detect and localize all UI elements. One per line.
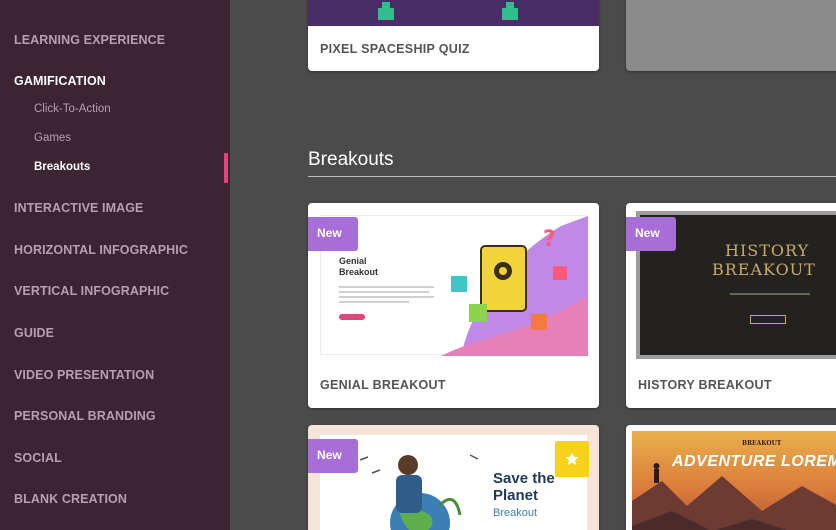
card-thumbnail: ? Genial Breakout [320,215,588,356]
mountains-illustration-icon [632,463,836,530]
template-card-pixel-spaceship-quiz[interactable]: PIXEL SPACESHIP QUIZ [308,0,599,71]
thumbnail-text-line [339,296,434,298]
template-card-adventure-breakout[interactable]: BREAKOUT ADVENTURE LOREM IP [626,425,836,530]
card-thumbnail [308,0,599,26]
thumbnail-text-line [339,301,409,303]
template-gallery: PIXEL SPACESHIP QUIZ Breakouts ? Genial … [230,0,836,530]
card-thumbnail: Save the Planet Breakout [320,435,587,530]
section-title: Breakouts [308,149,394,170]
thumbnail-subheading: Breakout [493,507,538,519]
card-thumbnail: BREAKOUT ADVENTURE LOREM IP [632,431,836,530]
sidebar-item-personal-branding[interactable]: PERSONAL BRANDING [14,409,156,423]
sidebar: LEARNING EXPERIENCE GAMIFICATION Click-T… [0,0,230,530]
thumbnail-heading: Genial Breakout [339,256,379,277]
pixel-characters-icon [378,2,518,20]
sidebar-item-horizontal-infographic[interactable]: HORIZONTAL INFOGRAPHIC [14,243,188,257]
template-card-genial-breakout[interactable]: ? Genial Breakout New GENIAL BREAKOUT [308,203,599,408]
thumbnail-button [339,314,365,320]
sidebar-item-blank-creation[interactable]: BLANK CREATION [14,492,127,506]
template-card-history-breakout[interactable]: HISTORY BREAKOUT New HISTORY BREAKOUT [626,203,836,408]
star-icon [565,452,579,465]
thumbnail-button [750,315,786,324]
thumbnail-heading-line1: Save the [493,470,555,487]
sidebar-item-guide[interactable]: GUIDE [14,326,54,340]
new-badge: New [308,439,358,473]
sidebar-item-interactive-image[interactable]: INTERACTIVE IMAGE [14,201,143,215]
thumbnail-text-line [339,291,429,293]
card-title: GENIAL BREAKOUT [320,378,446,392]
thumbnail-heading: ADVENTURE LOREM IP [672,453,836,470]
template-card-placeholder[interactable] [626,0,836,71]
sidebar-item-learning-experience[interactable]: LEARNING EXPERIENCE [14,33,165,47]
card-title: HISTORY BREAKOUT [638,378,772,392]
sidebar-subitem-breakouts[interactable]: Breakouts [34,161,90,173]
thumbnail-text-line [730,293,810,295]
sidebar-subitem-games[interactable]: Games [34,132,71,144]
thumbnail-text-line [339,286,434,288]
thumbnail-heading-line2: BREAKOUT [712,260,816,279]
sidebar-subitem-click-to-action[interactable]: Click-To-Action [34,103,111,115]
sidebar-item-social[interactable]: SOCIAL [14,451,62,465]
svg-text:?: ? [543,227,556,252]
sidebar-item-video-presentation[interactable]: VIDEO PRESENTATION [14,368,154,382]
new-badge: New [626,217,676,251]
new-badge: New [308,217,358,251]
section-divider [308,176,836,177]
sidebar-item-gamification[interactable]: GAMIFICATION [14,74,106,88]
template-card-save-the-planet[interactable]: Save the Planet Breakout New [308,425,599,530]
sidebar-item-vertical-infographic[interactable]: VERTICAL INFOGRAPHIC [14,284,169,298]
active-item-indicator [224,153,228,183]
thumbnail-small-label: BREAKOUT [742,440,782,447]
featured-badge [555,441,589,477]
thumbnail-heading-line2: Planet [493,487,539,504]
thumbnail-heading-line1: HISTORY [725,241,810,260]
card-title: PIXEL SPACESHIP QUIZ [320,42,470,56]
